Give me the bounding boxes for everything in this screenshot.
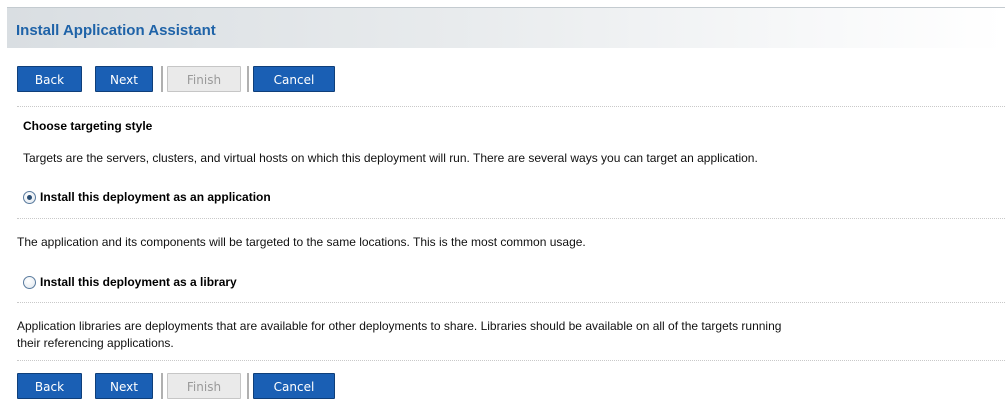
radio-library[interactable] — [23, 276, 36, 289]
button-separator — [161, 66, 163, 92]
title-bar: Install Application Assistant — [7, 7, 1005, 48]
back-button[interactable]: Back — [17, 373, 82, 399]
finish-button: Finish — [167, 66, 241, 92]
page-title: Install Application Assistant — [16, 22, 216, 39]
option-application-description: The application and its components will … — [17, 235, 586, 249]
option-application-label[interactable]: Install this deployment as an applicatio… — [40, 190, 271, 204]
button-separator — [247, 373, 249, 399]
radio-selected-dot — [27, 195, 32, 200]
radio-application[interactable] — [23, 191, 36, 204]
section-description: Targets are the servers, clusters, and v… — [23, 151, 758, 165]
option-library-description-line2: their referencing applications. — [17, 336, 174, 350]
option-library-description-line1: Application libraries are deployments th… — [17, 319, 782, 333]
back-button[interactable]: Back — [17, 66, 82, 92]
section-heading: Choose targeting style — [23, 119, 153, 133]
divider — [17, 218, 1005, 219]
button-separator — [247, 66, 249, 92]
cancel-button[interactable]: Cancel — [253, 373, 335, 399]
finish-button: Finish — [167, 373, 241, 399]
divider — [17, 106, 1005, 107]
next-button[interactable]: Next — [95, 373, 153, 399]
button-separator — [161, 373, 163, 399]
divider — [17, 360, 1005, 361]
cancel-button[interactable]: Cancel — [253, 66, 335, 92]
divider — [17, 302, 1005, 303]
next-button[interactable]: Next — [95, 66, 153, 92]
option-library-label[interactable]: Install this deployment as a library — [40, 275, 237, 289]
